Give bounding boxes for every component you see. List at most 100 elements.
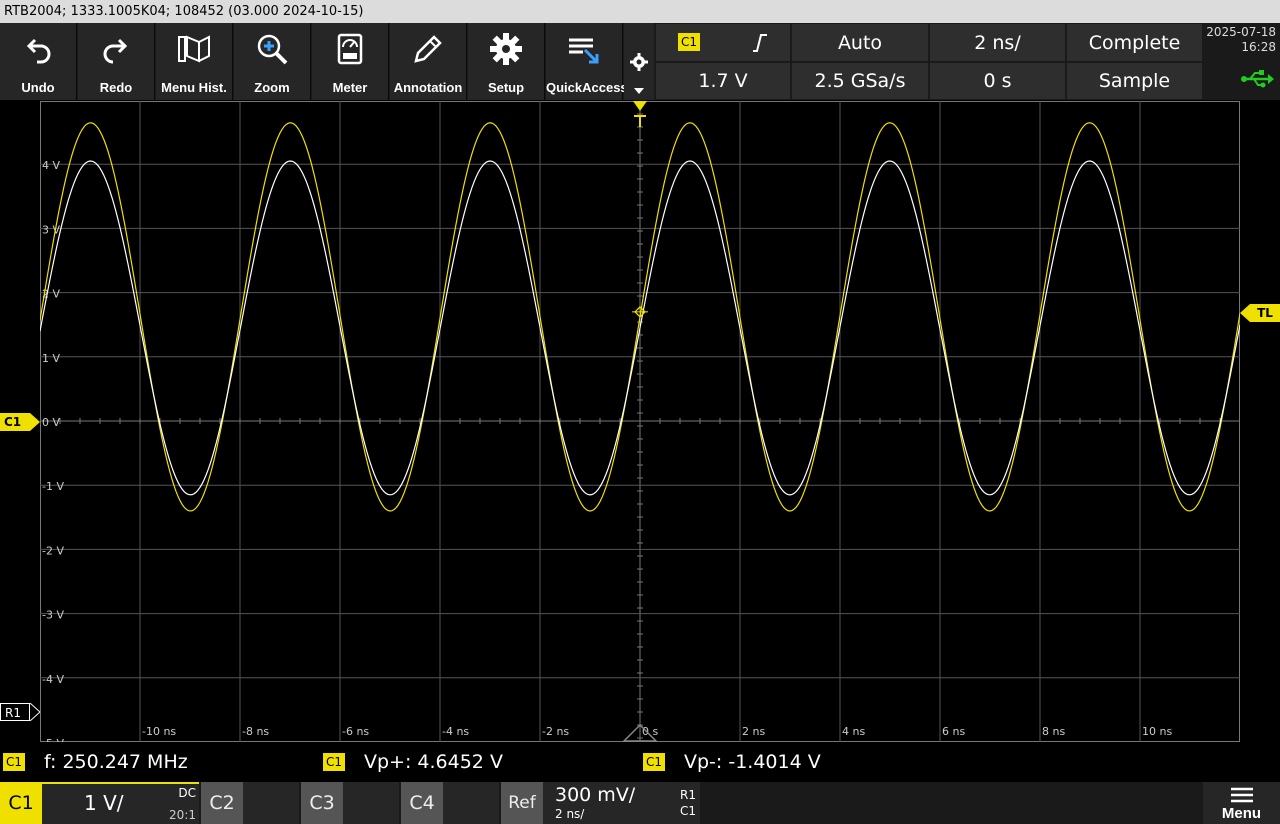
c1-scale: 1 V/: [84, 791, 124, 815]
trigger-position-marker: [633, 101, 647, 111]
undo-button[interactable]: Undo: [0, 23, 77, 100]
c1-marker-arrow: [30, 413, 40, 431]
time: 16:28: [1241, 40, 1276, 54]
y-tick-label: 3 V: [42, 223, 60, 236]
c1-offset-marker[interactable]: C1: [0, 413, 30, 431]
acquisition-status[interactable]: Complete: [1067, 24, 1202, 61]
menu-button[interactable]: Menu: [1203, 782, 1280, 824]
x-tick-label: -4 ns: [442, 725, 469, 738]
settings-expander[interactable]: [624, 23, 654, 100]
undo-icon: [0, 29, 76, 69]
usb-icon: [1241, 70, 1274, 88]
c1-coupling: DC: [178, 786, 196, 800]
c4-settings[interactable]: [443, 782, 499, 824]
rising-edge-icon: [753, 34, 767, 52]
small-gear-icon: [630, 53, 648, 71]
y-tick-label: -1 V: [42, 480, 64, 493]
ref-settings[interactable]: 300 mV/ 2 ns/ R1 C1: [543, 782, 700, 824]
y-tick-label: -4 V: [42, 673, 64, 686]
annotation-button[interactable]: Annotation: [390, 23, 467, 100]
meter-label: Meter: [332, 80, 368, 95]
quickaccess-label: QuickAccess: [546, 80, 628, 95]
x-tick-label: 6 ns: [942, 725, 965, 738]
window-title: RTB2004; 1333.1005K04; 108452 (03.000 20…: [0, 0, 1280, 23]
toolbar: Undo Redo Menu Hist. Zoom Meter Annotati…: [0, 23, 1280, 100]
measurement-bar: C1 f: 250.247 MHz C1 Vp+: 4.6452 V C1 Vp…: [0, 744, 1280, 781]
c2-channel-button[interactable]: C2: [201, 782, 243, 824]
waveform-display[interactable]: 4 V3 V2 V1 V0 V-1 V-2 V-3 V-4 V-5 V-10 n…: [39, 100, 1241, 750]
meter-icon: [312, 29, 388, 69]
meas3-channel-badge: C1: [643, 753, 665, 771]
quick-access-icon: [546, 29, 622, 69]
gear-icon: [468, 29, 544, 69]
c1-marker-label: C1: [4, 415, 22, 429]
ref-scale: 300 mV/: [555, 784, 636, 806]
ref-button[interactable]: Ref: [501, 782, 543, 824]
channel-bar: C1 1 V/ DC 20:1 C2 C3 C4 Ref 300 mV/ 2 n…: [0, 782, 1280, 824]
x-tick-label: -6 ns: [342, 725, 369, 738]
vpeak-neg-measurement[interactable]: Vp-: -1.4014 V: [684, 751, 821, 773]
sample-rate[interactable]: 2.5 GSa/s: [792, 63, 928, 99]
waveform-svg: 4 V3 V2 V1 V0 V-1 V-2 V-3 V-4 V-5 V-10 n…: [39, 100, 1241, 750]
date: 2025-07-18: [1206, 25, 1276, 39]
y-tick-label: 4 V: [42, 159, 60, 172]
c1-settings[interactable]: 1 V/ DC 20:1: [42, 782, 199, 824]
x-tick-label: 2 ns: [742, 725, 765, 738]
menu-history-label: Menu Hist.: [161, 80, 227, 95]
trigger-source-slope[interactable]: C1: [656, 24, 790, 61]
setup-button[interactable]: Setup: [468, 23, 545, 100]
y-tick-label: -5 V: [42, 737, 64, 742]
ref-timebase: 2 ns/: [555, 807, 585, 821]
menu-history-button[interactable]: Menu Hist.: [156, 23, 233, 100]
undo-label: Undo: [21, 80, 55, 95]
vpeak-pos-measurement[interactable]: Vp+: 4.6452 V: [364, 751, 503, 773]
zoom-label: Zoom: [254, 80, 290, 95]
ref-id: R1: [680, 788, 696, 802]
datetime: 2025-07-18 16:28: [1205, 23, 1280, 100]
trigger-mode[interactable]: Auto: [792, 24, 928, 61]
meas1-channel-badge: C1: [3, 753, 25, 771]
trigger-source-badge: C1: [678, 33, 700, 51]
y-tick-label: 0 V: [42, 416, 60, 429]
x-tick-label: -8 ns: [242, 725, 269, 738]
c4-channel-button[interactable]: C4: [401, 782, 443, 824]
x-tick-label: 10 ns: [1142, 725, 1172, 738]
r1-offset-marker[interactable]: R1: [0, 703, 30, 721]
trigger-level[interactable]: 1.7 V: [656, 63, 790, 99]
x-tick-label: -10 ns: [142, 725, 176, 738]
x-tick-label: -2 ns: [542, 725, 569, 738]
r1-marker-arrow: [30, 703, 40, 721]
meter-button[interactable]: Meter: [312, 23, 389, 100]
horizontal-position[interactable]: 0 s: [930, 63, 1065, 99]
meas2-channel-badge: C1: [323, 753, 345, 771]
x-tick-label: 8 ns: [1042, 725, 1065, 738]
redo-icon: [78, 29, 154, 69]
timebase-scale[interactable]: 2 ns/: [930, 24, 1065, 61]
c1-active-indicator: [42, 782, 199, 784]
y-tick-label: -2 V: [42, 544, 64, 557]
menu-label: Menu: [1221, 805, 1262, 822]
trigger-level-marker[interactable]: TL: [1250, 304, 1280, 322]
chevron-down-icon: [634, 88, 644, 94]
ref-source: C1: [679, 804, 696, 818]
c3-settings[interactable]: [343, 782, 399, 824]
menu-history-icon: [156, 29, 232, 69]
c2-settings[interactable]: [243, 782, 299, 824]
y-tick-label: 1 V: [42, 352, 60, 365]
frequency-measurement[interactable]: f: 250.247 MHz: [44, 751, 188, 773]
redo-button[interactable]: Redo: [78, 23, 155, 100]
annotation-label: Annotation: [393, 80, 463, 95]
c1-probe-ratio: 20:1: [169, 808, 196, 822]
trigger-level-label: TL: [1257, 306, 1273, 320]
c3-channel-button[interactable]: C3: [301, 782, 343, 824]
c1-channel-button[interactable]: C1: [0, 782, 42, 824]
setup-label: Setup: [487, 80, 525, 95]
y-tick-label: -3 V: [42, 609, 64, 622]
hamburger-menu-icon: [1231, 787, 1253, 803]
pencil-icon: [390, 29, 466, 69]
x-tick-label: 4 ns: [842, 725, 865, 738]
quickaccess-button[interactable]: QuickAccess: [546, 23, 628, 100]
acquisition-mode[interactable]: Sample: [1067, 63, 1202, 99]
zoom-button[interactable]: Zoom: [234, 23, 311, 100]
r1-marker-label: R1: [5, 706, 21, 720]
